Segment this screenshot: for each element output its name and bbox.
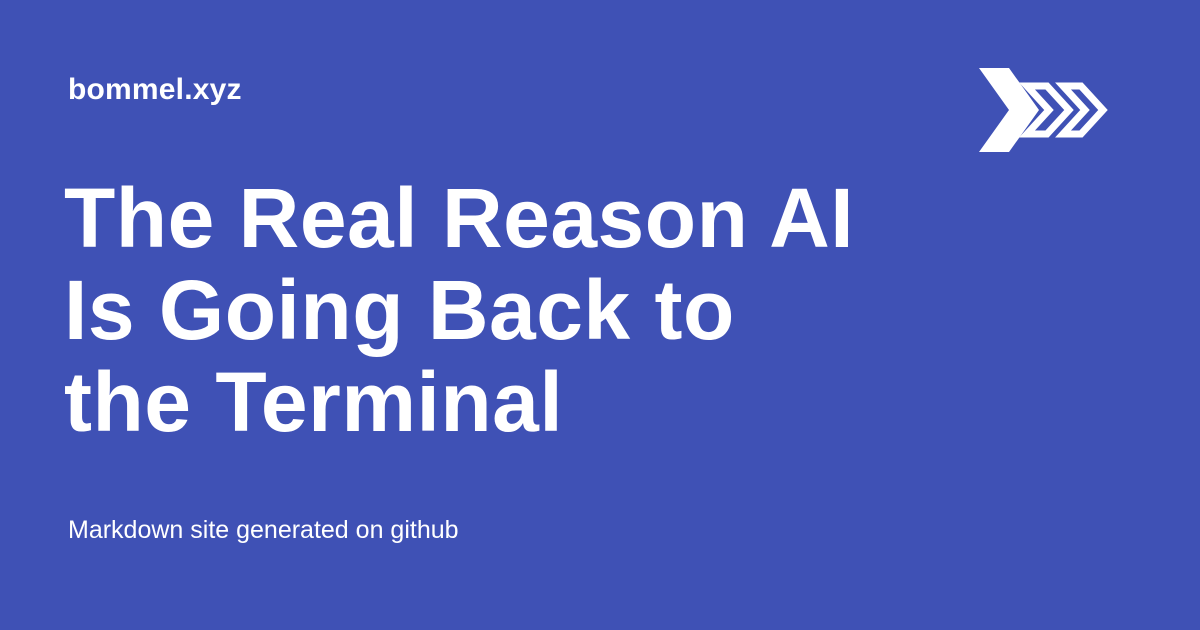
post-title-line-2: Is Going Back to	[64, 263, 735, 357]
footer-text: Markdown site generated on github	[68, 516, 459, 544]
post-title-line-1: The Real Reason AI	[64, 171, 855, 265]
triple-chevron-right-icon	[979, 68, 1108, 152]
post-title: The Real Reason AI Is Going Back to the …	[64, 172, 964, 448]
post-title-line-3: the Terminal	[64, 355, 564, 449]
social-card: bommel.xyz The Real Reason AI Is Going B…	[0, 0, 1200, 630]
chevron-large-icon	[979, 68, 1039, 152]
site-name: bommel.xyz	[68, 73, 242, 106]
